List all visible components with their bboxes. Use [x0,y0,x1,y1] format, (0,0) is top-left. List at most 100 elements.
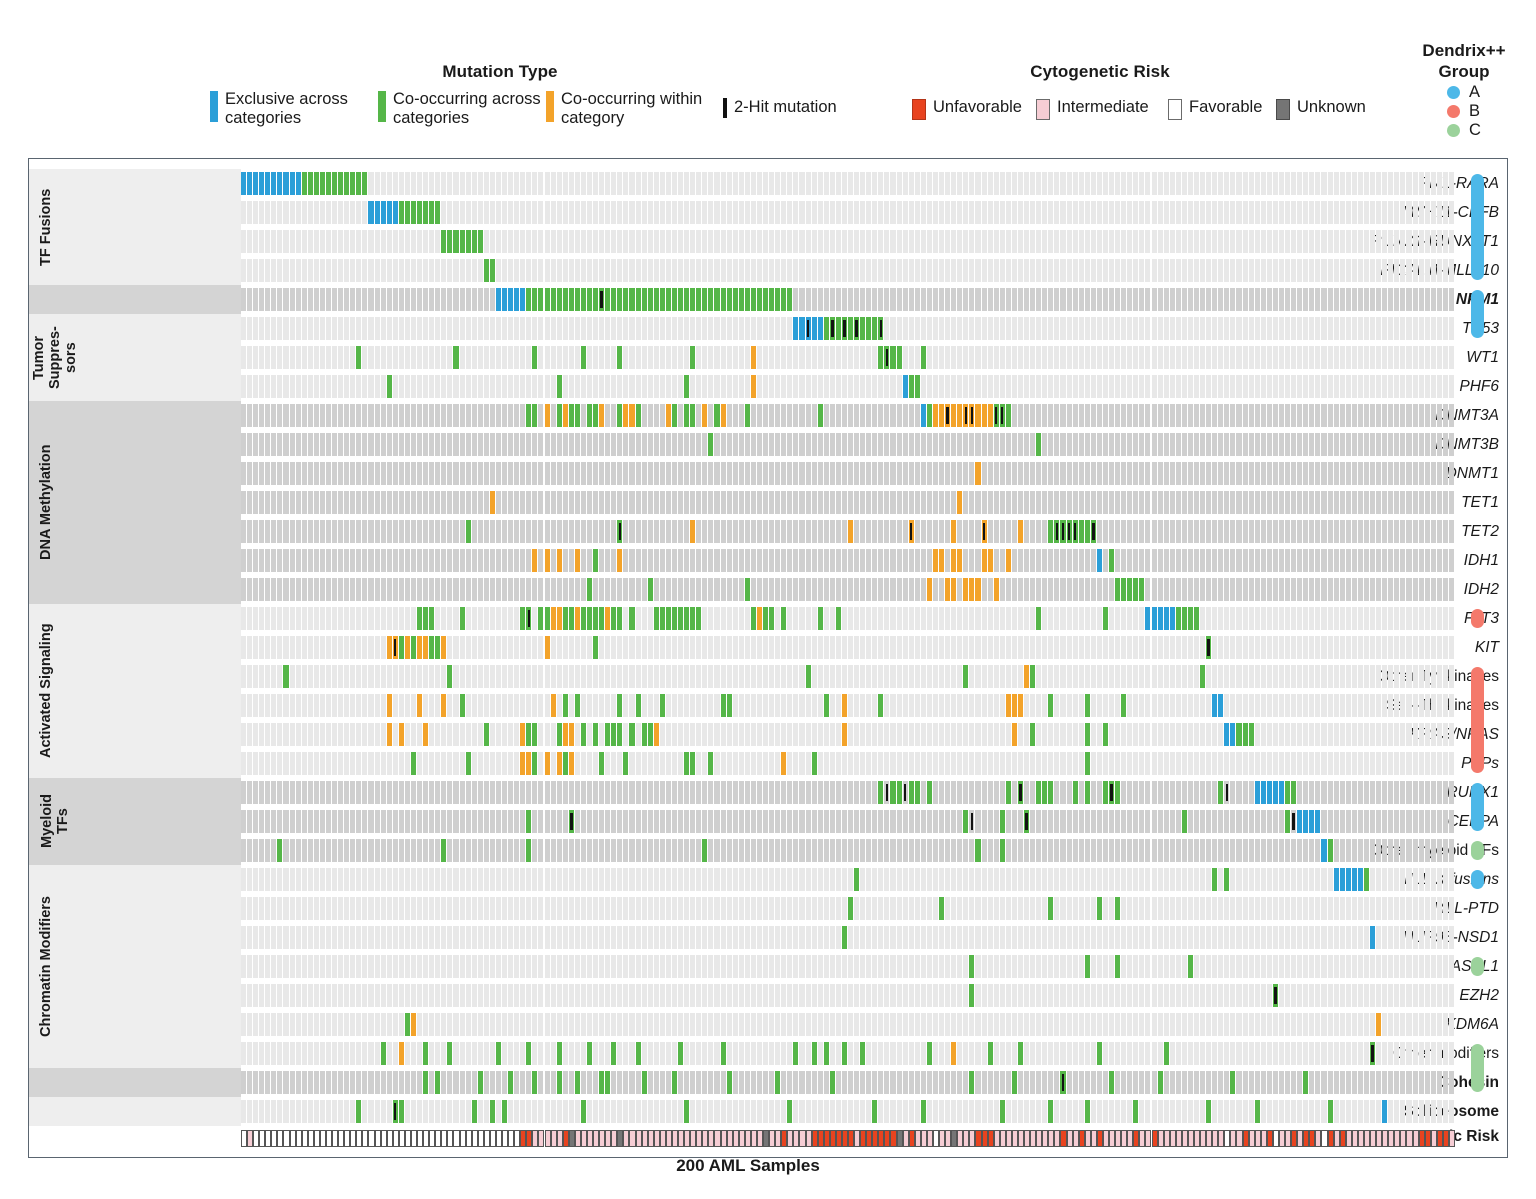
empty-cell [307,520,313,543]
empty-cell [550,810,556,833]
empty-cell [708,375,714,398]
empty-cell [1036,549,1042,572]
empty-cell [1400,172,1406,195]
empty-cell [775,404,781,427]
empty-cell [1315,549,1321,572]
mutation-cell [253,172,259,195]
empty-cell [1388,375,1394,398]
empty-cell [574,346,580,369]
empty-cell [1430,317,1436,340]
empty-cell [1266,578,1272,601]
empty-cell [902,665,908,688]
empty-cell [350,810,356,833]
empty-cell [1272,404,1278,427]
empty-cell [647,433,653,456]
empty-cell [1418,317,1424,340]
empty-cell [945,723,951,746]
empty-cell [848,549,854,572]
mutation-cell [811,752,817,775]
two-hit-marker [970,407,974,424]
empty-cell [732,433,738,456]
empty-cell [1266,433,1272,456]
empty-cell [253,433,259,456]
empty-cell [617,578,623,601]
empty-cell [1321,665,1327,688]
empty-cell [920,810,926,833]
empty-cell [1345,172,1351,195]
empty-cell [1212,781,1218,804]
empty-cell [1297,288,1303,311]
empty-cell [289,607,295,630]
empty-cell [811,201,817,224]
mutation-cell [532,346,538,369]
empty-cell [781,201,787,224]
empty-cell [1224,636,1230,659]
mutation-cell [823,694,829,717]
empty-cell [763,259,769,282]
empty-cell [1200,607,1206,630]
empty-cell [781,346,787,369]
empty-cell [568,462,574,485]
empty-cell [295,317,301,340]
empty-cell [471,665,477,688]
empty-cell [404,694,410,717]
empty-cell [1345,839,1351,862]
empty-cell [259,375,265,398]
empty-cell [756,230,762,253]
mutation-cell [417,636,423,659]
empty-cell [441,375,447,398]
empty-cell [477,462,483,485]
empty-cell [635,665,641,688]
empty-cell [720,172,726,195]
empty-cell [1011,346,1017,369]
empty-cell [1260,520,1266,543]
empty-cell [429,172,435,195]
mutation-cell [605,607,611,630]
empty-cell [1400,752,1406,775]
mutation-cell [1248,723,1254,746]
empty-cell [1169,491,1175,514]
empty-cell [1042,201,1048,224]
empty-cell [811,172,817,195]
empty-cell [884,520,890,543]
empty-cell [829,259,835,282]
empty-cell [435,346,441,369]
empty-cell [368,346,374,369]
empty-cell [368,868,374,891]
empty-cell [835,839,841,862]
empty-cell [1309,520,1315,543]
empty-cell [259,230,265,253]
empty-cell [1339,433,1345,456]
empty-cell [368,607,374,630]
empty-cell [932,433,939,456]
empty-cell [1011,462,1017,485]
empty-cell [1278,404,1285,427]
empty-cell [890,752,896,775]
mutation-cell [423,636,429,659]
empty-cell [295,694,301,717]
empty-cell [344,201,350,224]
empty-cell [726,810,732,833]
empty-cell [392,375,398,398]
empty-cell [939,346,945,369]
empty-cell [635,346,641,369]
empty-cell [556,810,562,833]
empty-cell [483,172,489,195]
empty-cell [1357,752,1363,775]
empty-cell [586,665,593,688]
empty-cell [914,317,920,340]
empty-cell [1109,404,1115,427]
empty-cell [599,839,605,862]
empty-cell [538,259,544,282]
empty-cell [1224,462,1230,485]
mutation-cell [690,607,696,630]
empty-cell [641,694,647,717]
empty-cell [1066,462,1072,485]
empty-cell [495,462,501,485]
empty-cell [1102,172,1108,195]
empty-cell [1036,694,1042,717]
mutation-cell [259,172,265,195]
empty-cell [720,201,726,224]
empty-cell [380,578,386,601]
empty-cell [423,752,429,775]
